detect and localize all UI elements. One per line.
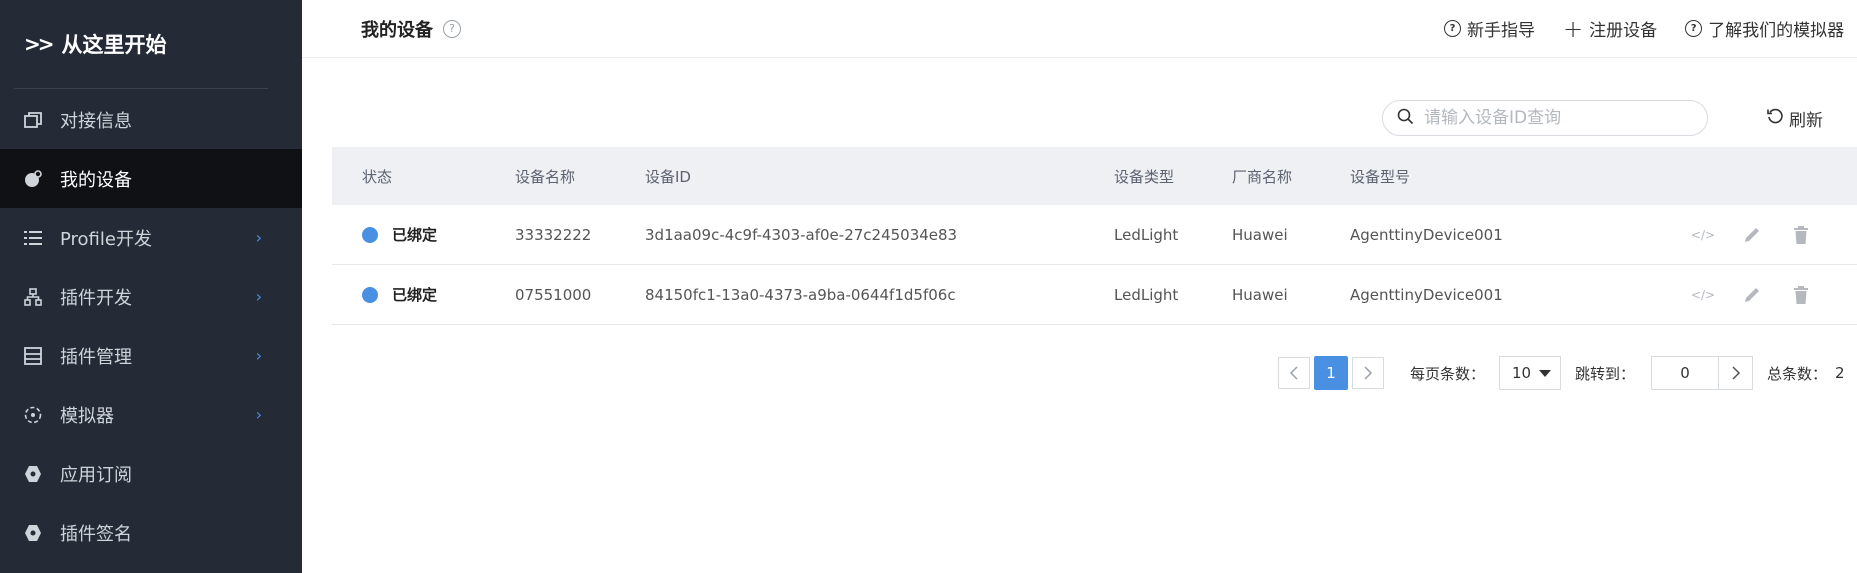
device-model: AgenttinyDevice001 <box>1350 225 1503 244</box>
guide-label: 新手指导 <box>1467 21 1535 41</box>
total-value: 2 <box>1835 364 1845 382</box>
list-icon <box>22 227 44 249</box>
learn-simulator-link[interactable]: ? 了解我们的模拟器 <box>1685 16 1844 41</box>
device-type: LedLight <box>1114 285 1179 304</box>
jump-go-button[interactable] <box>1719 356 1754 390</box>
tag-icon <box>22 522 44 544</box>
status-text: 已绑定 <box>392 286 438 304</box>
device-id: 84150fc1-13a0-4373-a9ba-0644f1d5f06c <box>645 285 956 304</box>
edit-icon[interactable] <box>1741 284 1763 306</box>
delete-icon[interactable] <box>1790 224 1812 246</box>
prev-page-button[interactable] <box>1278 357 1310 389</box>
caret-down-icon <box>1539 370 1552 377</box>
sidebar-item-label: 模拟器 <box>60 405 114 427</box>
learn-label: 了解我们的模拟器 <box>1708 21 1845 41</box>
column-header: 设备名称 <box>515 167 576 186</box>
page-size-label: 每页条数： <box>1410 364 1486 383</box>
status-dot-icon <box>362 226 378 243</box>
refresh-icon <box>1767 108 1784 130</box>
sidebar-item-app-subscription[interactable]: 应用订阅 <box>0 444 302 503</box>
jump-label: 跳转到： <box>1575 364 1636 383</box>
search-icon <box>1397 108 1414 129</box>
register-device-button[interactable]: + 注册设备 <box>1563 14 1658 43</box>
sidebar-item-plugin-signature[interactable]: 插件签名 <box>0 503 302 562</box>
device-type: LedLight <box>1114 225 1179 244</box>
tag-icon <box>22 463 44 485</box>
page-title: 我的设备 <box>361 19 433 41</box>
search-input[interactable] <box>1422 107 1696 129</box>
pagination: 1 每页条数： 10 跳转到： 0 总条数： 2 <box>1278 356 1845 390</box>
page-number-current[interactable]: 1 <box>1314 356 1348 390</box>
sidebar-item-profile-dev[interactable]: Profile开发 › <box>0 208 302 267</box>
sidebar-item-my-devices[interactable]: 我的设备 <box>0 149 302 208</box>
sidebar-nav: 对接信息 我的设备 Profile开发 › 插件开发 › 插件管理 › 模拟器 … <box>0 90 302 562</box>
device-name: 33332222 <box>515 225 592 244</box>
vendor-name: Huawei <box>1232 225 1288 244</box>
column-header: 状态 <box>362 167 393 186</box>
network-icon <box>22 286 44 308</box>
sidebar-item-label: 插件开发 <box>60 287 132 309</box>
plus-icon: + <box>1563 14 1584 43</box>
edit-icon[interactable] <box>1741 224 1763 246</box>
column-header: 设备类型 <box>1114 167 1175 186</box>
sidebar-item-plugin-dev[interactable]: 插件开发 › <box>0 267 302 326</box>
delete-icon[interactable] <box>1790 284 1812 306</box>
status-dot-icon <box>362 286 378 303</box>
device-table: 状态 设备名称 设备ID 设备类型 厂商名称 设备型号 已绑定 33332222… <box>332 147 1857 325</box>
chevron-right-icon: › <box>255 228 262 247</box>
help-icon[interactable]: ? <box>443 19 461 38</box>
sidebar-item-label: Profile开发 <box>60 228 152 250</box>
device-model: AgenttinyDevice001 <box>1350 285 1503 304</box>
column-header: 厂商名称 <box>1232 167 1293 186</box>
total-label: 总条数： <box>1767 364 1828 383</box>
column-header: 设备ID <box>645 167 691 186</box>
header-actions: ? 新手指导 + 注册设备 ? 了解我们的模拟器 <box>1444 0 1857 57</box>
double-chevron-icon: >> <box>24 32 54 56</box>
page-size-value: 10 <box>1512 364 1532 382</box>
sidebar-item-label: 应用订阅 <box>60 464 132 486</box>
refresh-label: 刷新 <box>1789 111 1823 131</box>
sidebar: >> 从这里开始 对接信息 我的设备 Profile开发 › 插件开发 › 插件… <box>0 0 302 573</box>
status-cell: 已绑定 <box>362 284 437 305</box>
sidebar-item-label: 插件签名 <box>60 523 132 545</box>
page-size-select[interactable]: 10 <box>1499 356 1562 390</box>
status-text: 已绑定 <box>392 226 438 244</box>
sidebar-item-label: 我的设备 <box>60 169 132 191</box>
table-header: 状态 设备名称 设备ID 设备类型 厂商名称 设备型号 <box>332 147 1857 205</box>
table-row[interactable]: 已绑定 33332222 3d1aa09c-4c9f-4303-af0e-27c… <box>332 205 1857 265</box>
register-label: 注册设备 <box>1589 21 1658 41</box>
guide-link[interactable]: ? 新手指导 <box>1444 16 1535 41</box>
panel-icon <box>22 345 44 367</box>
sidebar-item-label: 插件管理 <box>60 346 132 368</box>
sidebar-item-label: 对接信息 <box>60 110 132 132</box>
code-icon[interactable]: </> <box>1691 284 1715 306</box>
jump-input[interactable]: 0 <box>1651 356 1720 390</box>
next-page-button[interactable] <box>1352 357 1384 389</box>
chevron-right-icon: › <box>255 287 262 306</box>
sidebar-item-plugin-management[interactable]: 插件管理 › <box>0 326 302 385</box>
chevron-right-icon: › <box>255 405 262 424</box>
sidebar-item-integration-info[interactable]: 对接信息 <box>0 90 302 149</box>
device-name: 07551000 <box>515 285 592 304</box>
column-header: 设备型号 <box>1350 167 1411 186</box>
device-id: 3d1aa09c-4c9f-4303-af0e-27c245034e83 <box>645 225 958 244</box>
row-actions: </> <box>1691 284 1839 306</box>
simulator-icon <box>22 404 44 426</box>
page-header: 我的设备 ? ? 新手指导 + 注册设备 ? 了解我们的模拟器 <box>302 0 1857 58</box>
refresh-button[interactable]: 刷新 <box>1767 106 1823 131</box>
row-actions: </> <box>1691 224 1839 246</box>
question-circle-icon: ? <box>1685 20 1703 37</box>
windows-icon <box>22 109 44 131</box>
chevron-right-icon: › <box>255 346 262 365</box>
table-row[interactable]: 已绑定 07551000 84150fc1-13a0-4373-a9ba-064… <box>332 265 1857 325</box>
status-cell: 已绑定 <box>362 224 437 245</box>
sidebar-item-simulator[interactable]: 模拟器 › <box>0 385 302 444</box>
question-circle-icon: ? <box>1444 20 1461 37</box>
device-search <box>1382 100 1708 136</box>
vendor-name: Huawei <box>1232 285 1288 304</box>
device-icon <box>22 168 44 190</box>
brand-label: 从这里开始 <box>61 33 167 57</box>
sidebar-brand[interactable]: >> 从这里开始 <box>14 0 268 89</box>
code-icon[interactable]: </> <box>1691 224 1715 246</box>
